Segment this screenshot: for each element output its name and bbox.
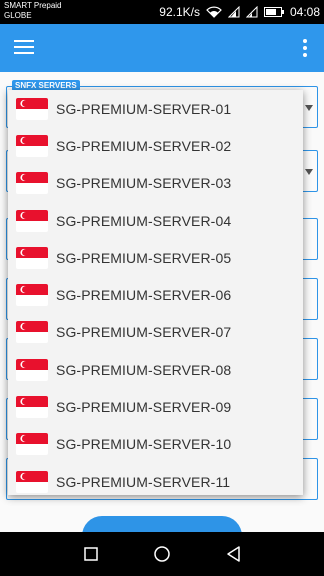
network-speed: 92.1K/s: [159, 5, 200, 19]
singapore-flag-icon: [16, 97, 48, 120]
battery-icon: [263, 7, 284, 17]
system-nav-bar: [0, 532, 324, 576]
recent-apps-icon[interactable]: [81, 544, 101, 564]
carrier-line-1: SMART Prepaid: [4, 1, 62, 10]
singapore-flag-icon: [16, 358, 48, 381]
server-option[interactable]: SG-PREMIUM-SERVER-04: [8, 202, 303, 239]
singapore-flag-icon: [16, 396, 48, 419]
server-option[interactable]: SG-PREMIUM-SERVER-10: [8, 426, 303, 463]
server-option-label: SG-PREMIUM-SERVER-10: [56, 436, 232, 453]
singapore-flag-icon: [16, 284, 48, 307]
server-option-label: SG-PREMIUM-SERVER-04: [56, 212, 232, 229]
server-dropdown-list: SG-PREMIUM-SERVER-01 SG-PREMIUM-SERVER-0…: [8, 90, 303, 495]
server-option-label: SG-PREMIUM-SERVER-07: [56, 324, 232, 341]
hamburger-menu-icon[interactable]: [14, 40, 34, 56]
server-option-label: SG-PREMIUM-SERVER-11: [56, 473, 231, 490]
server-option[interactable]: SG-PREMIUM-SERVER-01: [8, 90, 303, 127]
back-icon[interactable]: [224, 544, 244, 564]
carrier-line-2: GLOBE: [4, 11, 32, 20]
signal-icon-2: [245, 6, 258, 18]
clock: 04:08: [289, 5, 320, 19]
server-option[interactable]: SG-PREMIUM-SERVER-05: [8, 239, 303, 276]
singapore-flag-icon: [16, 246, 48, 269]
app-bar: [0, 24, 324, 72]
server-option-label: SG-PREMIUM-SERVER-01: [56, 100, 232, 117]
singapore-flag-icon: [16, 172, 48, 195]
singapore-flag-icon: [16, 470, 48, 493]
server-option[interactable]: SG-PREMIUM-SERVER-09: [8, 388, 303, 425]
server-option-label: SG-PREMIUM-SERVER-03: [56, 175, 232, 192]
signal-icon: [227, 6, 240, 18]
wifi-icon: [206, 6, 222, 18]
more-options-icon[interactable]: [302, 39, 308, 57]
singapore-flag-icon: [16, 134, 48, 157]
server-option[interactable]: SG-PREMIUM-SERVER-02: [8, 127, 303, 164]
carrier-info: SMART Prepaid GLOBE: [4, 1, 62, 21]
singapore-flag-icon: [16, 209, 48, 232]
server-option[interactable]: SG-PREMIUM-SERVER-11: [8, 463, 303, 495]
server-option[interactable]: SG-PREMIUM-SERVER-03: [8, 165, 303, 202]
singapore-flag-icon: [16, 433, 48, 456]
server-option[interactable]: SG-PREMIUM-SERVER-08: [8, 351, 303, 388]
server-option-label: SG-PREMIUM-SERVER-09: [56, 399, 232, 416]
singapore-flag-icon: [16, 321, 48, 344]
status-icons: 92.1K/s 04:08: [159, 0, 320, 24]
status-bar: SMART Prepaid GLOBE 92.1K/s 04:08: [0, 0, 324, 24]
server-option-label: SG-PREMIUM-SERVER-05: [56, 249, 232, 266]
server-option-label: SG-PREMIUM-SERVER-02: [56, 137, 232, 154]
server-option[interactable]: SG-PREMIUM-SERVER-07: [8, 314, 303, 351]
server-option-label: SG-PREMIUM-SERVER-06: [56, 287, 232, 304]
server-option[interactable]: SG-PREMIUM-SERVER-06: [8, 276, 303, 313]
server-option-label: SG-PREMIUM-SERVER-08: [56, 361, 232, 378]
home-icon[interactable]: [152, 544, 172, 564]
